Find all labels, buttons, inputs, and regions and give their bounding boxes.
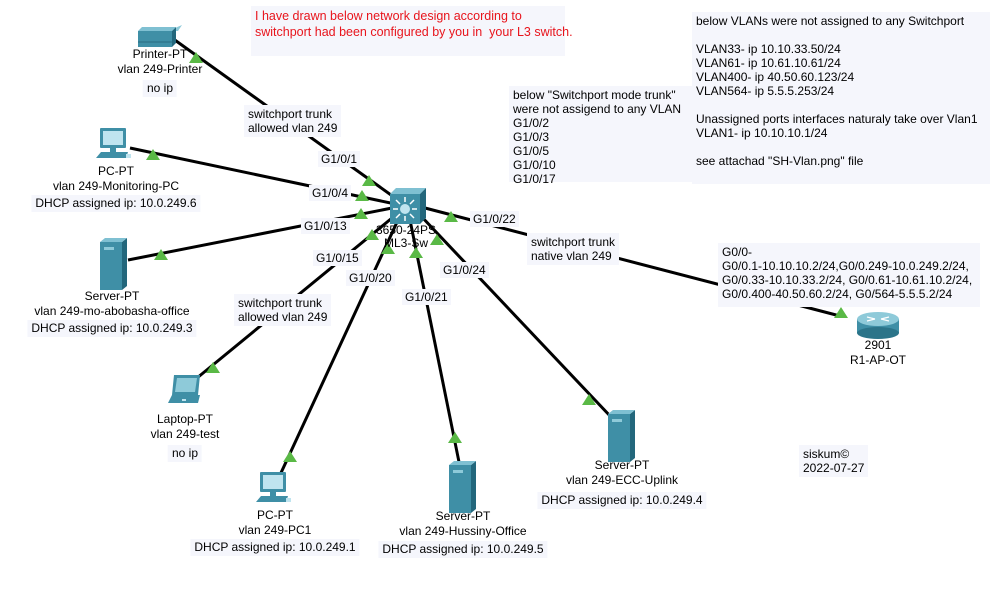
port-label-g1-0-20: G1/0/20 — [346, 270, 395, 286]
device-name: vlan 249-Printer — [117, 62, 203, 76]
monitoring-pc-label: PC-PT vlan 249-Monitoring-PC DHCP assign… — [31, 164, 201, 212]
device-name: vlan 249-PC1 — [238, 523, 312, 537]
laptop-label: Laptop-PT vlan 249-test no ip — [150, 412, 220, 462]
device-name: vlan 249-mo-abobasha-office — [34, 304, 190, 318]
port-label-g1-0-13: G1/0/13 — [301, 218, 350, 234]
device-ip: DHCP assigned ip: 10.0.249.4 — [537, 492, 707, 509]
pc-icon-pc1[interactable] — [256, 472, 291, 502]
port-label-g1-0-1: G1/0/1 — [318, 151, 361, 167]
server-icon-hussiny[interactable] — [449, 461, 476, 513]
server-icon-abobasha[interactable] — [100, 238, 127, 290]
device-ip: DHCP assigned ip: 10.0.249.6 — [31, 195, 201, 212]
signature-note: siskum© 2022-07-27 — [799, 445, 869, 477]
device-type: PC-PT — [257, 508, 293, 522]
device-ip: DHCP assigned ip: 10.0.249.3 — [27, 320, 197, 337]
server-abobasha-label: Server-PT vlan 249-mo-abobasha-office DH… — [27, 289, 197, 337]
router-icon[interactable] — [857, 312, 899, 339]
link-status-router-end — [834, 307, 848, 318]
switch-label: 3650-24PS ML3-Sw — [376, 224, 436, 250]
device-name: R1-AP-OT — [849, 353, 907, 367]
device-type: Printer-PT — [132, 47, 188, 61]
device-ip: no ip — [167, 445, 203, 462]
unassigned-vlans-note: below VLANs were not assigned to any Swi… — [692, 12, 990, 184]
pc-icon-monitoring[interactable] — [96, 128, 131, 158]
multilayer-switch-icon[interactable] — [390, 188, 426, 224]
laptop-icon[interactable] — [168, 375, 200, 403]
switch-name: ML3-Sw — [383, 236, 429, 250]
device-type: 2901 — [864, 338, 892, 352]
device-type: Server-PT — [84, 289, 140, 303]
device-name: vlan 249-ECC-Uplink — [565, 473, 679, 487]
unassigned-trunk-ports-note: below "Switchport mode trunk" were not a… — [509, 86, 695, 186]
port-label-g1-0-15: G1/0/15 — [313, 250, 362, 266]
router-subinterfaces-note: G0/0- G0/0.1-10.10.10.2/24,G0/0.249-10.0… — [718, 243, 980, 307]
device-name: vlan 249-test — [150, 427, 220, 441]
device-type: Laptop-PT — [156, 412, 214, 426]
server-hussiny-label: Server-PT vlan 249-Hussiny-Office DHCP a… — [378, 509, 548, 558]
device-type: Server-PT — [594, 458, 650, 472]
printer-label: Printer-PT vlan 249-Printer no ip — [117, 47, 203, 97]
printer-link-trunk-note: switchport trunk allowed vlan 249 — [244, 105, 342, 137]
link-status-hussiny-end — [448, 432, 462, 443]
printer-icon[interactable] — [138, 25, 182, 47]
port-label-g1-0-24: G1/0/24 — [440, 262, 489, 278]
intro-note: I have drawn below network design accord… — [251, 6, 573, 56]
port-label-g1-0-21: G1/0/21 — [402, 289, 451, 305]
device-ip: DHCP assigned ip: 10.0.249.1 — [190, 539, 360, 556]
server-ecc-label: Server-PT vlan 249-ECC-Uplink DHCP assig… — [537, 458, 707, 509]
laptop-link-trunk-note: switchport trunk allowed vlan 249 — [234, 294, 332, 326]
port-label-g1-0-4: G1/0/4 — [309, 185, 352, 201]
pc1-label: PC-PT vlan 249-PC1 DHCP assigned ip: 10.… — [190, 508, 360, 556]
router-label: 2901 R1-AP-OT — [850, 338, 906, 368]
port-label-g1-0-22: G1/0/22 — [470, 211, 519, 227]
device-type: Server-PT — [435, 509, 491, 523]
link-status-pc1-end — [283, 451, 297, 462]
router-link-trunk-note: switchport trunk native vlan 249 — [527, 233, 620, 265]
device-ip: DHCP assigned ip: 10.0.249.5 — [378, 541, 548, 558]
device-ip: no ip — [142, 80, 178, 97]
device-name: vlan 249-Monitoring-PC — [52, 179, 180, 193]
device-type: PC-PT — [98, 164, 134, 178]
server-icon-ecc[interactable] — [608, 410, 635, 462]
device-name: vlan 249-Hussiny-Office — [399, 524, 527, 538]
